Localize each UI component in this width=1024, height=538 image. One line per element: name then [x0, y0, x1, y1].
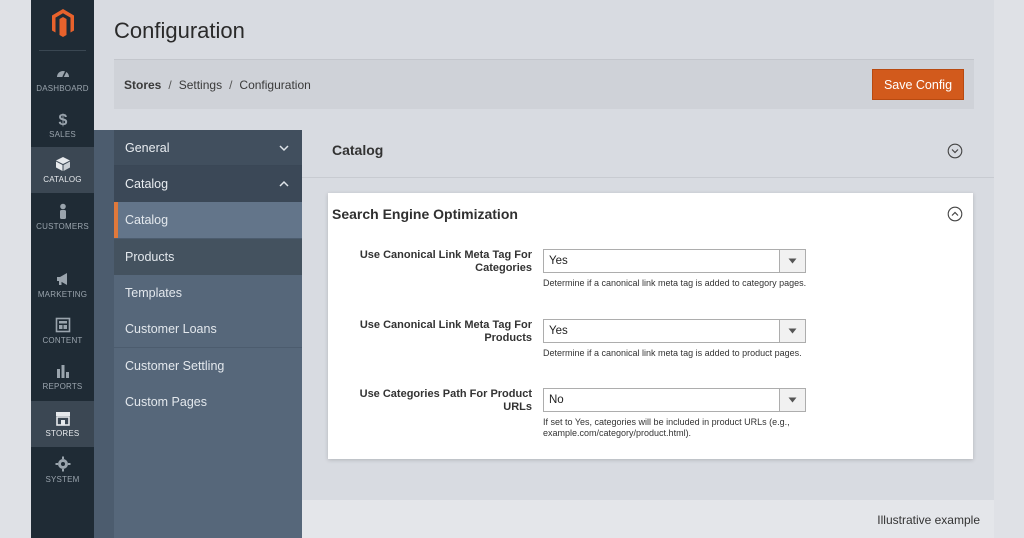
collapse-circle-icon[interactable] [947, 206, 963, 222]
field-note: If set to Yes, categories will be includ… [543, 417, 790, 438]
field-note: Determine if a canonical link meta tag i… [543, 348, 802, 358]
config-subtab-label: Custom Pages [125, 395, 207, 409]
page-actions-toolbar: Stores / Settings / Configuration Save Confi… [114, 59, 974, 109]
caret-down-icon [788, 397, 797, 403]
nav-label: CATALOG [43, 175, 82, 184]
nav-label: SALES [49, 130, 76, 139]
config-subtab-catalog[interactable]: Catalog [114, 202, 302, 238]
nav-item-customers[interactable]: CUSTOMERS [31, 194, 94, 240]
field-label-canonical-products: Use Canonical Link Meta Tag For Products [359, 319, 532, 344]
nav-label: SYSTEM [45, 475, 80, 484]
config-subtab-label: Customer Loans [125, 322, 217, 336]
caret-down-icon [788, 258, 797, 264]
gear-icon [55, 456, 70, 472]
nav-label: STORES [45, 429, 80, 438]
config-tab-label: General [125, 140, 170, 155]
select-value: Yes [549, 255, 568, 267]
layout-icon [55, 317, 70, 333]
config-subtab-products[interactable]: Products [114, 239, 302, 275]
nav-item-catalog[interactable]: CATALOG [31, 147, 94, 193]
config-subtab-templates[interactable]: Templates [114, 275, 302, 311]
config-subtab-customer-settling[interactable]: Customer Settling [114, 348, 302, 384]
group-divider [302, 177, 994, 178]
caret-down-icon [788, 328, 797, 334]
config-subtab-label: Customer Settling [125, 359, 225, 373]
page-title: Configuration [114, 18, 245, 43]
select-canonical-products[interactable]: Yes [543, 319, 806, 343]
config-subtab-customer-loans[interactable]: Customer Loans [114, 311, 302, 347]
gauge-icon [56, 70, 69, 78]
storefront-icon [55, 412, 70, 426]
select-arrow [779, 389, 805, 411]
nav-label: MARKETING [37, 290, 88, 299]
nav-label: REPORTS [42, 382, 83, 391]
config-subtab-label: Catalog [125, 213, 169, 227]
select-canonical-categories[interactable]: Yes [543, 249, 806, 273]
select-arrow [779, 320, 805, 342]
group-title[interactable]: Catalog [332, 142, 972, 162]
breadcrumb-item[interactable]: Configuration [239, 78, 310, 92]
select-arrow [779, 250, 805, 272]
config-subtab-custom-pages[interactable]: Custom Pages [114, 384, 302, 420]
nav-item-marketing[interactable]: MARKETING [31, 262, 94, 308]
field-note: Determine if a canonical link meta tag i… [543, 278, 807, 288]
nav-item-system[interactable]: SYSTEM [31, 447, 94, 493]
breadcrumb-separator: / [168, 78, 172, 92]
nav-label: CONTENT [42, 336, 83, 345]
svg-text:$: $ [58, 112, 67, 127]
config-nav-filler [114, 420, 302, 538]
config-subtab-label: Templates [125, 286, 182, 300]
config-subtab-label: Products [125, 250, 175, 264]
section-title[interactable]: Search Engine Optimization [332, 206, 518, 222]
breadcrumb-separator: / [229, 78, 233, 92]
select-categories-path[interactable]: No [543, 388, 806, 412]
select-value: Yes [549, 325, 568, 337]
breadcrumb-item[interactable]: Stores [124, 78, 161, 92]
breadcrumb-item[interactable]: Settings [179, 78, 222, 92]
nav-item-sales[interactable]: $ SALES [31, 102, 94, 148]
select-value: No [549, 394, 564, 406]
illustrative-caption: Illustrative example [877, 513, 980, 527]
config-tab-general[interactable]: General [114, 130, 302, 166]
nav-item-reports[interactable]: REPORTS [31, 354, 94, 400]
footer-bar: Illustrative example [302, 500, 994, 538]
nav-label: DASHBOARD [36, 84, 89, 93]
cube-icon [55, 157, 70, 171]
admin-nav: DASHBOARD $ SALES CATALOG CUSTOMERS MARK… [31, 0, 94, 538]
person-icon [59, 203, 66, 219]
megaphone-icon [56, 273, 67, 285]
collapse-circle-icon[interactable] [947, 143, 963, 159]
chevron-up-icon [279, 180, 289, 187]
nav-item-stores[interactable]: STORES [31, 401, 94, 447]
nav-label: CUSTOMERS [36, 222, 89, 231]
config-tab-catalog[interactable]: Catalog [114, 166, 302, 202]
chevron-down-icon [279, 145, 289, 152]
config-tab-label: Catalog [125, 177, 169, 191]
left-frame [0, 0, 31, 538]
save-config-button[interactable]: Save Config [872, 69, 964, 100]
config-tabs: General Catalog Catalog Products Templat… [94, 130, 302, 538]
breadcrumb: Stores / Settings / Configuration [124, 78, 311, 92]
right-frame [994, 0, 1024, 538]
bar-chart-icon [56, 365, 69, 378]
magento-logo-icon [52, 9, 74, 37]
nav-divider [39, 50, 86, 51]
field-label-canonical-categories: Use Canonical Link Meta Tag For Categori… [359, 249, 532, 274]
nav-item-dashboard[interactable]: DASHBOARD [31, 56, 94, 102]
field-label-categories-path: Use Categories Path For Product URLs [359, 388, 532, 413]
dollar-icon: $ [58, 112, 67, 127]
seo-section: Search Engine Optimization Use Canonical… [328, 193, 973, 459]
nav-item-content[interactable]: CONTENT [31, 308, 94, 354]
